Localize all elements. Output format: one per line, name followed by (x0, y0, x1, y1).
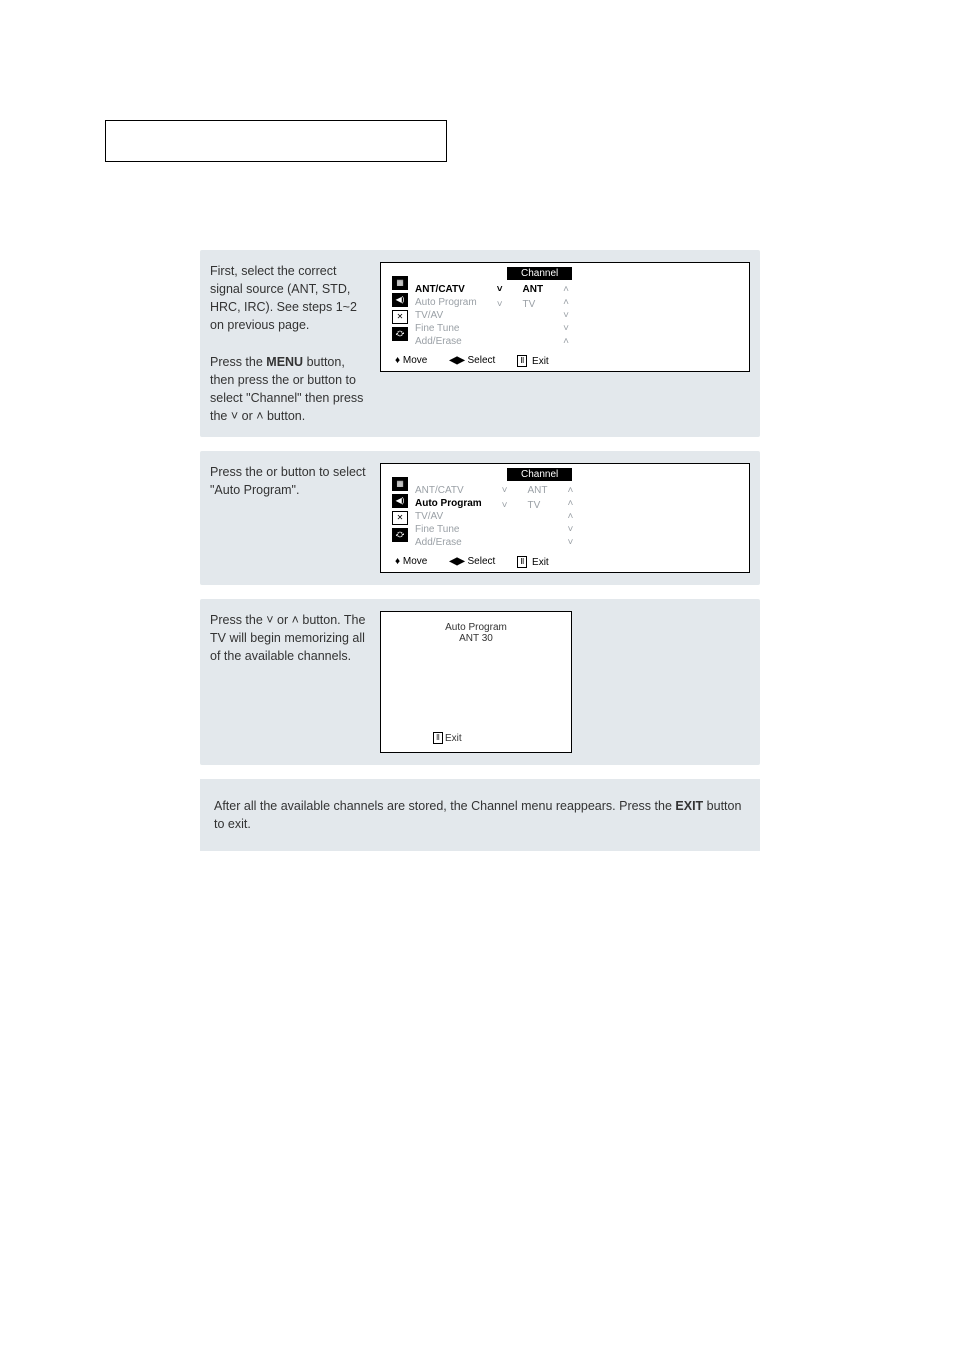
osd-title: Channel (507, 267, 572, 280)
osd-row: Add/Erase (415, 537, 482, 548)
osd-row: Auto Program (415, 498, 482, 509)
osd-row: Auto Program (415, 297, 477, 308)
osd-r: ˄ (568, 511, 574, 522)
sound-icon: ◀) (392, 293, 408, 307)
updown-icon: ♦ (395, 355, 400, 366)
updown-icon: ♦ (395, 556, 400, 567)
move-hint: ♦ Move (395, 355, 427, 367)
osd-r: ˅ (568, 524, 574, 535)
move-label: Move (403, 355, 427, 366)
exit-label: Exit (445, 733, 462, 744)
osd-row: Fine Tune (415, 524, 482, 535)
leftright-icon: ◀▶ (449, 355, 464, 366)
osd-row: Add/Erase (415, 336, 477, 347)
select-label: Select (468, 556, 496, 567)
osd-arrows: ˅ ˅ (502, 485, 508, 548)
osd-right: ˄ ˄ ˄ ˅ ˅ (568, 485, 574, 548)
exit-label: Exit (532, 356, 549, 367)
osd-r: ˄ (563, 284, 569, 295)
osd-footer: ♦ Move ◀▶ Select Ⅱ Exit (387, 355, 743, 367)
select-hint: ◀▶ Select (449, 556, 495, 568)
osd-title: Channel (507, 468, 572, 481)
osd-icon-strip: ▦ ◀) ✕ ⛮ (392, 276, 408, 341)
exit-hint: Ⅱ Exit (517, 556, 548, 568)
autoprogram-exit: ⅡExit (433, 732, 462, 744)
osd-arrows: ˅ ˅ (497, 284, 503, 347)
step-1-menu: MENU (266, 355, 303, 369)
select-label: Select (468, 355, 496, 366)
autoprogram-line: ANT 30 (459, 633, 493, 644)
move-label: Move (403, 556, 427, 567)
leftright-icon: ◀▶ (449, 556, 464, 567)
osd-labels: ANT/CATV Auto Program TV/AV Fine Tune Ad… (415, 485, 482, 548)
step-3-text: Press the ˅ or ˄ button. The TV will beg… (210, 611, 370, 665)
page: First, select the correct signal source … (0, 0, 954, 1351)
osd-icon-strip: ▦ ◀) ✕ ⛮ (392, 477, 408, 542)
osd-values: ANT TV (528, 485, 548, 548)
osd-row: ANT/CATV (415, 485, 482, 496)
step-1-para1: First, select the correct signal source … (210, 264, 357, 332)
exit-label: Exit (532, 557, 549, 568)
osd-r: ˄ (563, 297, 569, 308)
osd-body: ANT/CATV Auto Program TV/AV Fine Tune Ad… (387, 485, 743, 548)
step-1-text: First, select the correct signal source … (210, 262, 370, 425)
autoprogram-title: Auto Program ANT 30 (381, 622, 571, 644)
picture-icon: ▦ (392, 276, 408, 290)
setup-icon: ⛮ (392, 327, 408, 341)
step-2-text: Press the or button to select "Auto Prog… (210, 463, 370, 499)
osd-row: TV/AV (415, 511, 482, 522)
channel-icon: ✕ (392, 511, 408, 525)
osd-footer: ♦ Move ◀▶ Select Ⅱ Exit (387, 556, 743, 568)
osd-r: ˅ (563, 310, 569, 321)
osd-val: ANT (523, 284, 544, 295)
step-4-exit: EXIT (675, 799, 703, 813)
picture-icon: ▦ (392, 477, 408, 491)
step-4-text1: After all the available channels are sto… (214, 799, 675, 813)
step-1-osd: ▦ ◀) ✕ ⛮ Channel ANT/CATV Auto Program T… (380, 262, 750, 372)
step-1: First, select the correct signal source … (200, 250, 760, 437)
osd-right: ˄ ˄ ˅ ˅ ˄ (563, 284, 569, 347)
osd-r: ˅ (568, 537, 574, 548)
exit-hint: Ⅱ Exit (517, 355, 548, 367)
osd-arrow: ˅ (497, 284, 503, 295)
osd-r: ˄ (563, 336, 569, 347)
osd-panel: ▦ ◀) ✕ ⛮ Channel ANT/CATV Auto Program T… (380, 463, 750, 573)
osd-r: ˄ (568, 485, 574, 496)
select-hint: ◀▶ Select (449, 355, 495, 367)
autoprogram-panel: Auto Program ANT 30 ⅡExit (380, 611, 572, 753)
osd-labels: ANT/CATV Auto Program TV/AV Fine Tune Ad… (415, 284, 477, 347)
osd-arrow: ˅ (497, 299, 503, 310)
move-hint: ♦ Move (395, 556, 427, 568)
osd-r: ˅ (563, 323, 569, 334)
osd-row: TV/AV (415, 310, 477, 321)
step-3-osd: Auto Program ANT 30 ⅡExit (380, 611, 750, 753)
setup-icon: ⛮ (392, 528, 408, 542)
osd-val: TV (523, 299, 544, 310)
sound-icon: ◀) (392, 494, 408, 508)
content-column: First, select the correct signal source … (200, 250, 760, 851)
osd-val: TV (528, 500, 548, 511)
channel-icon: ✕ (392, 310, 408, 324)
osd-row: Fine Tune (415, 323, 477, 334)
exit-icon: Ⅱ (517, 556, 527, 568)
step-4: After all the available channels are sto… (200, 779, 760, 851)
osd-arrow: ˅ (502, 485, 508, 496)
osd-values: ANT TV (523, 284, 544, 347)
step-3: Press the ˅ or ˄ button. The TV will beg… (200, 599, 760, 765)
step-1-para2a: Press the (210, 355, 266, 369)
step-2-osd: ▦ ◀) ✕ ⛮ Channel ANT/CATV Auto Program T… (380, 463, 750, 573)
osd-body: ANT/CATV Auto Program TV/AV Fine Tune Ad… (387, 284, 743, 347)
osd-row: ANT/CATV (415, 284, 477, 295)
exit-icon: Ⅱ (517, 355, 527, 367)
osd-arrow: ˅ (502, 500, 508, 511)
step-2: Press the or button to select "Auto Prog… (200, 451, 760, 585)
autoprogram-heading: Auto Program (445, 622, 507, 633)
osd-panel: ▦ ◀) ✕ ⛮ Channel ANT/CATV Auto Program T… (380, 262, 750, 372)
header-box (105, 120, 447, 162)
osd-val: ANT (528, 485, 548, 496)
osd-r: ˄ (568, 498, 574, 509)
exit-icon: Ⅱ (433, 732, 443, 744)
